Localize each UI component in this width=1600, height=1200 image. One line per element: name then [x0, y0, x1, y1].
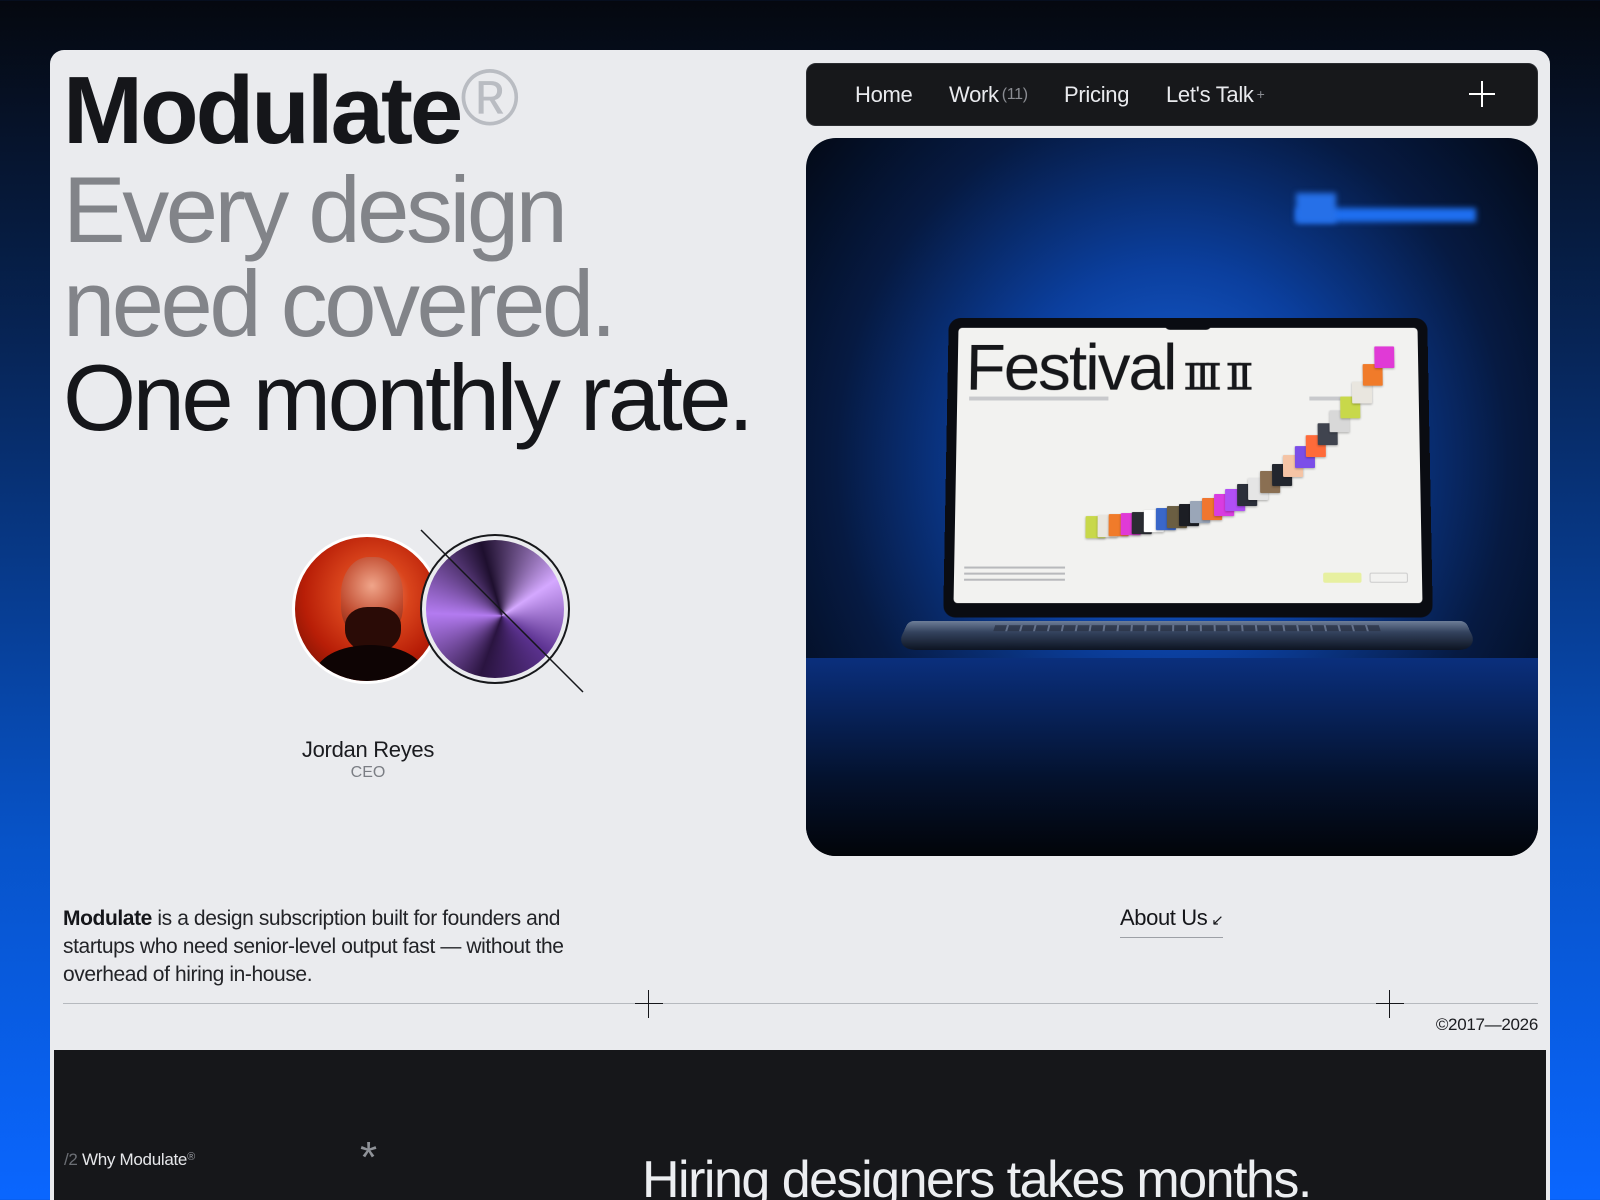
work-count: (11) — [1001, 86, 1028, 103]
crosshair-icon — [1376, 990, 1404, 1018]
page-frame: Modulate® Every design need covered. One… — [50, 50, 1550, 1200]
screen-thumbnail — [1374, 346, 1395, 368]
registered-mark: ® — [187, 1151, 195, 1163]
section-label-text: Why Modulate — [82, 1150, 188, 1169]
asterisk-icon: * — [360, 1133, 378, 1182]
crosshair-icon — [635, 990, 663, 1018]
nav-work[interactable]: Work (11) — [949, 82, 1028, 108]
section-number: /2 — [64, 1150, 78, 1169]
copyright-text: ©2017—2026 — [1435, 1015, 1538, 1034]
intro-paragraph: Modulate is a design subscription built … — [63, 905, 623, 989]
headline-line-3: need covered. — [63, 251, 617, 356]
divider — [63, 1003, 1538, 1004]
nav-pricing[interactable]: Pricing — [1064, 82, 1129, 108]
main-nav: Home Work (11) Pricing Let's Talk + — [806, 63, 1538, 126]
intro-brand: Modulate — [63, 907, 152, 930]
brand-logo[interactable]: Modulate® — [63, 58, 519, 159]
team-avatars — [292, 529, 584, 694]
headline-line-2: Every design — [63, 157, 568, 262]
screen-title: Festival ɪɪɪ ɪɪ — [965, 330, 1247, 405]
headline-line-4: One monthly rate. — [63, 345, 754, 450]
nav-work-label: Work — [949, 82, 999, 107]
nav-home[interactable]: Home — [855, 82, 913, 108]
brand-name: Modulate — [63, 57, 463, 164]
laptop-illustration: Festival ɪɪɪ ɪɪ — [943, 318, 1433, 618]
screen-title-glyphs: ɪɪɪ ɪɪ — [1183, 343, 1247, 403]
about-us-label: About Us — [1120, 905, 1208, 930]
nav-home-label: Home — [855, 82, 913, 107]
section-heading: Hiring designers takes months. — [642, 1151, 1312, 1200]
person-name: Jordan Reyes — [301, 737, 435, 762]
nav-pricing-label: Pricing — [1064, 82, 1130, 107]
hero-image: Festival ɪɪɪ ɪɪ — [806, 138, 1538, 856]
small-plus-icon: + — [1256, 86, 1265, 102]
nav-lets-talk-label: Let's Talk — [1166, 82, 1254, 107]
nav-lets-talk[interactable]: Let's Talk + — [1166, 82, 1265, 108]
section-label: /2 Why Modulate® — [64, 1150, 195, 1170]
slash-line-icon — [420, 529, 584, 693]
registered-mark: ® — [460, 53, 520, 142]
about-us-link[interactable]: About Us ↙ — [1120, 905, 1224, 938]
laptop-base — [894, 620, 1480, 650]
screen-title-text: Festival — [965, 330, 1176, 404]
person-role: CEO — [350, 764, 386, 781]
arrow-down-left-icon: ↙ — [1211, 912, 1224, 929]
why-section: /2 Why Modulate® * Hiring designers take… — [54, 1050, 1546, 1200]
plus-icon[interactable] — [1467, 79, 1497, 109]
